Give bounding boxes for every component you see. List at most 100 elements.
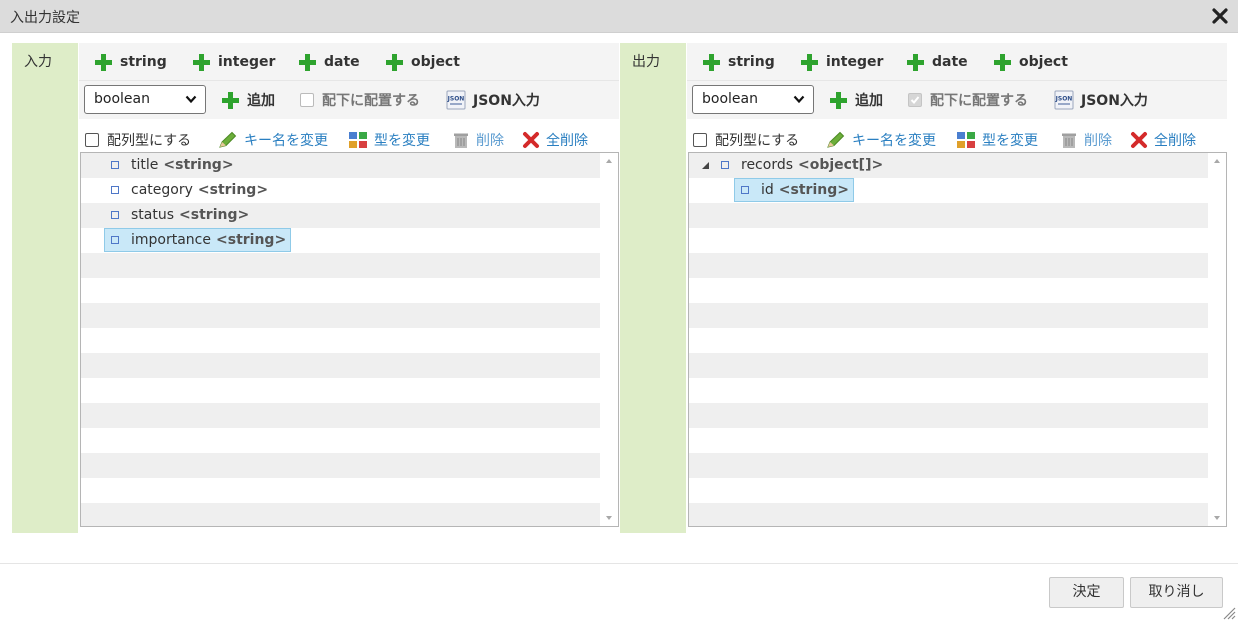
button-label: object [1019, 54, 1068, 70]
plus-icon [801, 53, 818, 71]
button-label: integer [218, 54, 276, 70]
node-type: <string> [197, 182, 269, 198]
input-type-select[interactable]: boolean [84, 85, 206, 114]
input-edit-toolbar: 配列型にする キー名を変更 型を変更 削除 全削除 [79, 129, 619, 151]
button-label: string [120, 54, 167, 70]
tree-row [689, 428, 1209, 453]
leaf-icon [111, 236, 119, 244]
plus-icon [907, 53, 924, 71]
change-type-icon [349, 132, 367, 148]
output-label: 出力 [632, 54, 660, 70]
input-add-toolbar: boolean 追加 配下に配置する JSON JSON入力 [79, 81, 619, 119]
leaf-icon [111, 186, 119, 194]
output-add-toolbar: boolean 追加 配下に配置する JSON JSON入力 [687, 81, 1227, 119]
pencil-icon [827, 131, 845, 148]
input-type-toolbar: string integer date object [79, 43, 619, 81]
node-type: <string> [163, 157, 234, 173]
input-add-string-button[interactable]: string [95, 52, 167, 72]
plus-icon [222, 91, 239, 109]
plus-icon [830, 91, 847, 109]
dialog-titlebar: 入出力設定 [0, 0, 1238, 33]
tree-rows [689, 153, 1209, 526]
output-tree[interactable]: records <object[]> id <string> [688, 152, 1227, 527]
input-add-object-button[interactable]: object [386, 52, 460, 72]
change-type-icon [957, 132, 975, 148]
button-label: date [932, 54, 968, 70]
tree-row [689, 328, 1209, 353]
input-change-type-button[interactable]: 型を変更 [348, 129, 430, 151]
button-label: object [411, 54, 460, 70]
tree-node-category[interactable]: category <string> [105, 178, 272, 202]
output-add-date-button[interactable]: date [907, 52, 968, 72]
node-name: title [131, 157, 159, 173]
output-array-checkbox[interactable]: 配列型にする [693, 129, 799, 151]
button-label: 削除 [476, 133, 504, 149]
button-label: JSON入力 [473, 93, 540, 109]
plus-icon [299, 53, 316, 71]
tree-node-status[interactable]: status <string> [105, 203, 253, 227]
input-tree-scrollbar[interactable] [600, 153, 618, 526]
trash-icon [1062, 133, 1076, 148]
close-icon[interactable] [1210, 6, 1230, 26]
input-add-date-button[interactable]: date [299, 52, 360, 72]
ok-button[interactable]: 決定 [1049, 577, 1124, 608]
resize-grip-icon[interactable] [1222, 606, 1236, 620]
tree-node-id[interactable]: id <string> [734, 178, 854, 202]
svg-text:JSON: JSON [1055, 96, 1073, 103]
output-add-object-button[interactable]: object [994, 52, 1068, 72]
tree-row [689, 278, 1209, 303]
output-type-select[interactable]: boolean [692, 85, 814, 114]
output-change-type-button[interactable]: 型を変更 [956, 129, 1038, 151]
output-nest-checkbox[interactable]: 配下に配置する [908, 90, 1028, 110]
input-panel: string integer date object boolean 追加 配下… [79, 43, 619, 533]
node-name: status [131, 207, 175, 223]
button-label: 追加 [247, 93, 275, 109]
tree-row [81, 278, 601, 303]
checkbox-box [908, 93, 922, 107]
output-delete-all-button[interactable]: 全削除 [1130, 129, 1196, 151]
tree-row [81, 253, 601, 278]
dialog-title: 入出力設定 [10, 10, 80, 26]
output-add-button[interactable]: 追加 [830, 90, 883, 110]
expand-triangle-icon[interactable] [701, 161, 710, 170]
tree-node-importance[interactable]: importance <string> [104, 228, 292, 252]
scroll-up-icon[interactable] [605, 158, 613, 164]
pencil-icon [219, 131, 237, 148]
tree-row [81, 353, 601, 378]
scroll-down-icon[interactable] [605, 515, 613, 521]
chevron-down-icon [185, 95, 197, 104]
output-tree-scrollbar[interactable] [1208, 153, 1226, 526]
json-icon: JSON [446, 90, 466, 110]
button-label: string [728, 54, 775, 70]
scroll-up-icon[interactable] [1213, 158, 1221, 164]
output-add-integer-button[interactable]: integer [801, 52, 883, 72]
output-rename-button[interactable]: キー名を変更 [826, 129, 936, 151]
input-delete-all-button[interactable]: 全削除 [522, 129, 588, 151]
input-add-button[interactable]: 追加 [222, 90, 275, 110]
cancel-button[interactable]: 取り消し [1130, 577, 1223, 608]
input-add-integer-button[interactable]: integer [193, 52, 275, 72]
checkbox-box [85, 133, 99, 147]
input-rename-button[interactable]: キー名を変更 [218, 129, 328, 151]
tree-node-records[interactable]: records <object[]> [715, 153, 887, 177]
scroll-down-icon[interactable] [1213, 515, 1221, 521]
input-delete-button[interactable]: 削除 [452, 129, 504, 151]
input-nest-checkbox[interactable]: 配下に配置する [300, 90, 420, 110]
input-json-button[interactable]: JSON JSON入力 [446, 90, 540, 110]
node-type: <string> [778, 182, 849, 198]
button-label: date [324, 54, 360, 70]
chevron-down-icon [793, 95, 805, 104]
check-icon [910, 96, 920, 104]
output-add-string-button[interactable]: string [703, 52, 775, 72]
output-json-button[interactable]: JSON JSON入力 [1054, 90, 1148, 110]
tree-node-title[interactable]: title <string> [105, 153, 238, 177]
tree-row [81, 453, 601, 478]
button-label: キー名を変更 [244, 133, 328, 149]
output-delete-button[interactable]: 削除 [1060, 129, 1112, 151]
tree-row [81, 478, 601, 503]
input-array-checkbox[interactable]: 配列型にする [85, 129, 191, 151]
button-label: キー名を変更 [852, 133, 936, 149]
input-tree[interactable]: title <string> category <string> status … [80, 152, 619, 527]
input-side-label: 入力 [12, 43, 78, 533]
tree-row [689, 353, 1209, 378]
